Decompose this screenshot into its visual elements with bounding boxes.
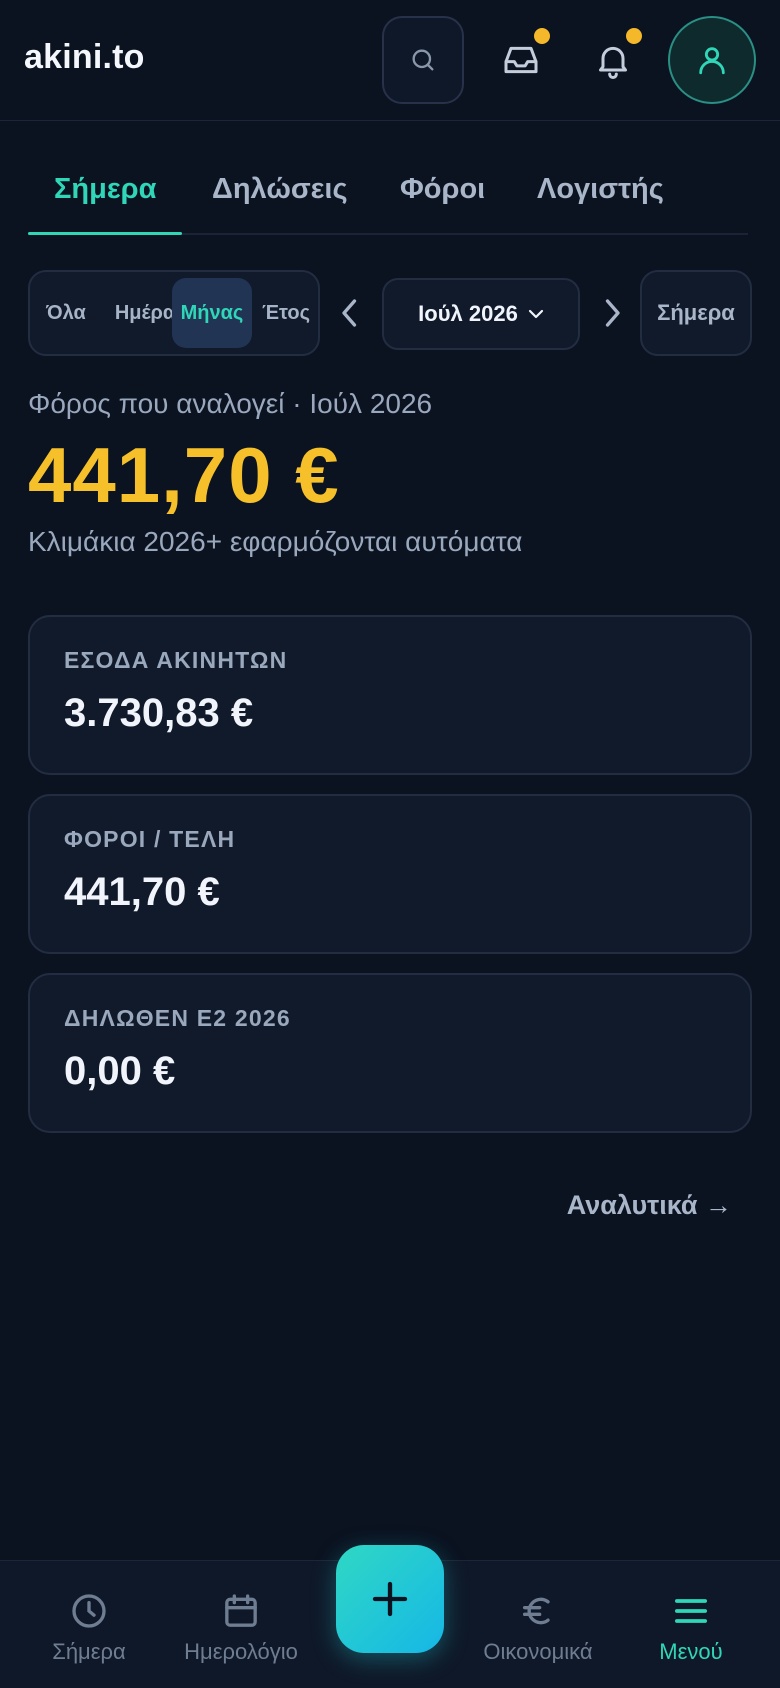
stat-card-value: 3.730,83 € bbox=[64, 691, 254, 735]
euro-icon bbox=[523, 1597, 550, 1625]
inbox-button[interactable] bbox=[480, 16, 562, 104]
profile-button[interactable] bbox=[668, 16, 756, 104]
period-year[interactable]: Έτος bbox=[254, 278, 318, 348]
notifications-button[interactable] bbox=[572, 16, 654, 104]
tab-declarations[interactable]: Δηλώσεις bbox=[212, 173, 348, 206]
chevron-right-icon bbox=[605, 299, 620, 327]
period-month[interactable]: Μήνας bbox=[172, 278, 252, 348]
nav-label: Οικονομικά bbox=[483, 1639, 593, 1664]
chevron-left-icon bbox=[342, 299, 357, 327]
top-header: akini.to bbox=[0, 0, 780, 121]
tab-today[interactable]: Σήμερα bbox=[54, 173, 156, 206]
main-tabs: Σήμερα Δηλώσεις Φόροι Λογιστής bbox=[28, 165, 748, 235]
nav-today[interactable]: Σήμερα bbox=[14, 1561, 164, 1688]
previous-period-button[interactable] bbox=[330, 290, 370, 336]
active-tab-indicator bbox=[28, 232, 182, 235]
inbox-icon bbox=[504, 46, 538, 74]
nav-label: Μενού bbox=[659, 1639, 723, 1664]
nav-label: Ημερολόγιο bbox=[184, 1639, 298, 1664]
stat-card-declared-e2: ΔΗΛΩΘΕΝ Ε2 2026 0,00 € bbox=[28, 973, 752, 1133]
details-link[interactable]: Αναλυτικά → bbox=[567, 1190, 732, 1221]
nav-finances[interactable]: Οικονομικά bbox=[462, 1561, 614, 1688]
calendar-icon bbox=[225, 1594, 257, 1627]
month-picker[interactable]: Ιούλ 2026 bbox=[382, 278, 580, 350]
tax-due-amount: 441,70 € bbox=[28, 431, 340, 519]
nav-calendar[interactable]: Ημερολόγιο bbox=[166, 1561, 316, 1688]
tab-accountant[interactable]: Λογιστής bbox=[537, 173, 664, 206]
current-period-label: Ιούλ 2026 bbox=[418, 301, 518, 326]
bell-icon bbox=[599, 46, 627, 79]
stat-card-value: 441,70 € bbox=[64, 870, 220, 914]
app-logo[interactable]: akini.to bbox=[24, 38, 145, 77]
nav-label: Σήμερα bbox=[52, 1639, 126, 1664]
search-icon bbox=[412, 49, 434, 71]
stat-card-property-income: ΕΣΟΔΑ ΑΚΙΝΗΤΩΝ 3.730,83 € bbox=[28, 615, 752, 775]
stat-card-label: ΕΣΟΔΑ ΑΚΙΝΗΤΩΝ bbox=[64, 647, 288, 673]
nav-menu[interactable]: Μενού bbox=[616, 1561, 766, 1688]
bell-notification-dot bbox=[626, 28, 642, 44]
chevron-down-icon bbox=[528, 309, 543, 319]
tax-due-label: Φόρος που αναλογεί · Ιούλ 2026 bbox=[28, 388, 433, 419]
period-selector: Όλα Ημέρα Μήνας Έτος bbox=[28, 270, 320, 356]
user-icon bbox=[699, 47, 725, 75]
clock-icon bbox=[72, 1594, 106, 1628]
stat-card-taxes-fees: ΦΟΡΟΙ / ΤΕΛΗ 441,70 € bbox=[28, 794, 752, 954]
plus-icon bbox=[372, 1581, 408, 1617]
today-button[interactable]: Σήμερα bbox=[640, 270, 752, 356]
stat-card-label: ΔΗΛΩΘΕΝ Ε2 2026 bbox=[64, 1005, 291, 1031]
inbox-notification-dot bbox=[534, 28, 550, 44]
period-all[interactable]: Όλα bbox=[36, 278, 96, 348]
next-period-button[interactable] bbox=[592, 290, 632, 336]
add-button[interactable] bbox=[336, 1545, 444, 1653]
search-button[interactable] bbox=[382, 16, 464, 104]
tax-brackets-note: Κλιμάκια 2026+ εφαρμόζονται αυτόματα bbox=[28, 526, 523, 557]
tab-taxes[interactable]: Φόροι bbox=[400, 173, 485, 206]
stat-card-label: ΦΟΡΟΙ / ΤΕΛΗ bbox=[64, 826, 236, 852]
app-root: akini.to Σήμερα Δηλώσεις Φόροι Λογιστής … bbox=[0, 0, 780, 1688]
menu-icon bbox=[675, 1599, 707, 1623]
stat-card-value: 0,00 € bbox=[64, 1049, 176, 1093]
